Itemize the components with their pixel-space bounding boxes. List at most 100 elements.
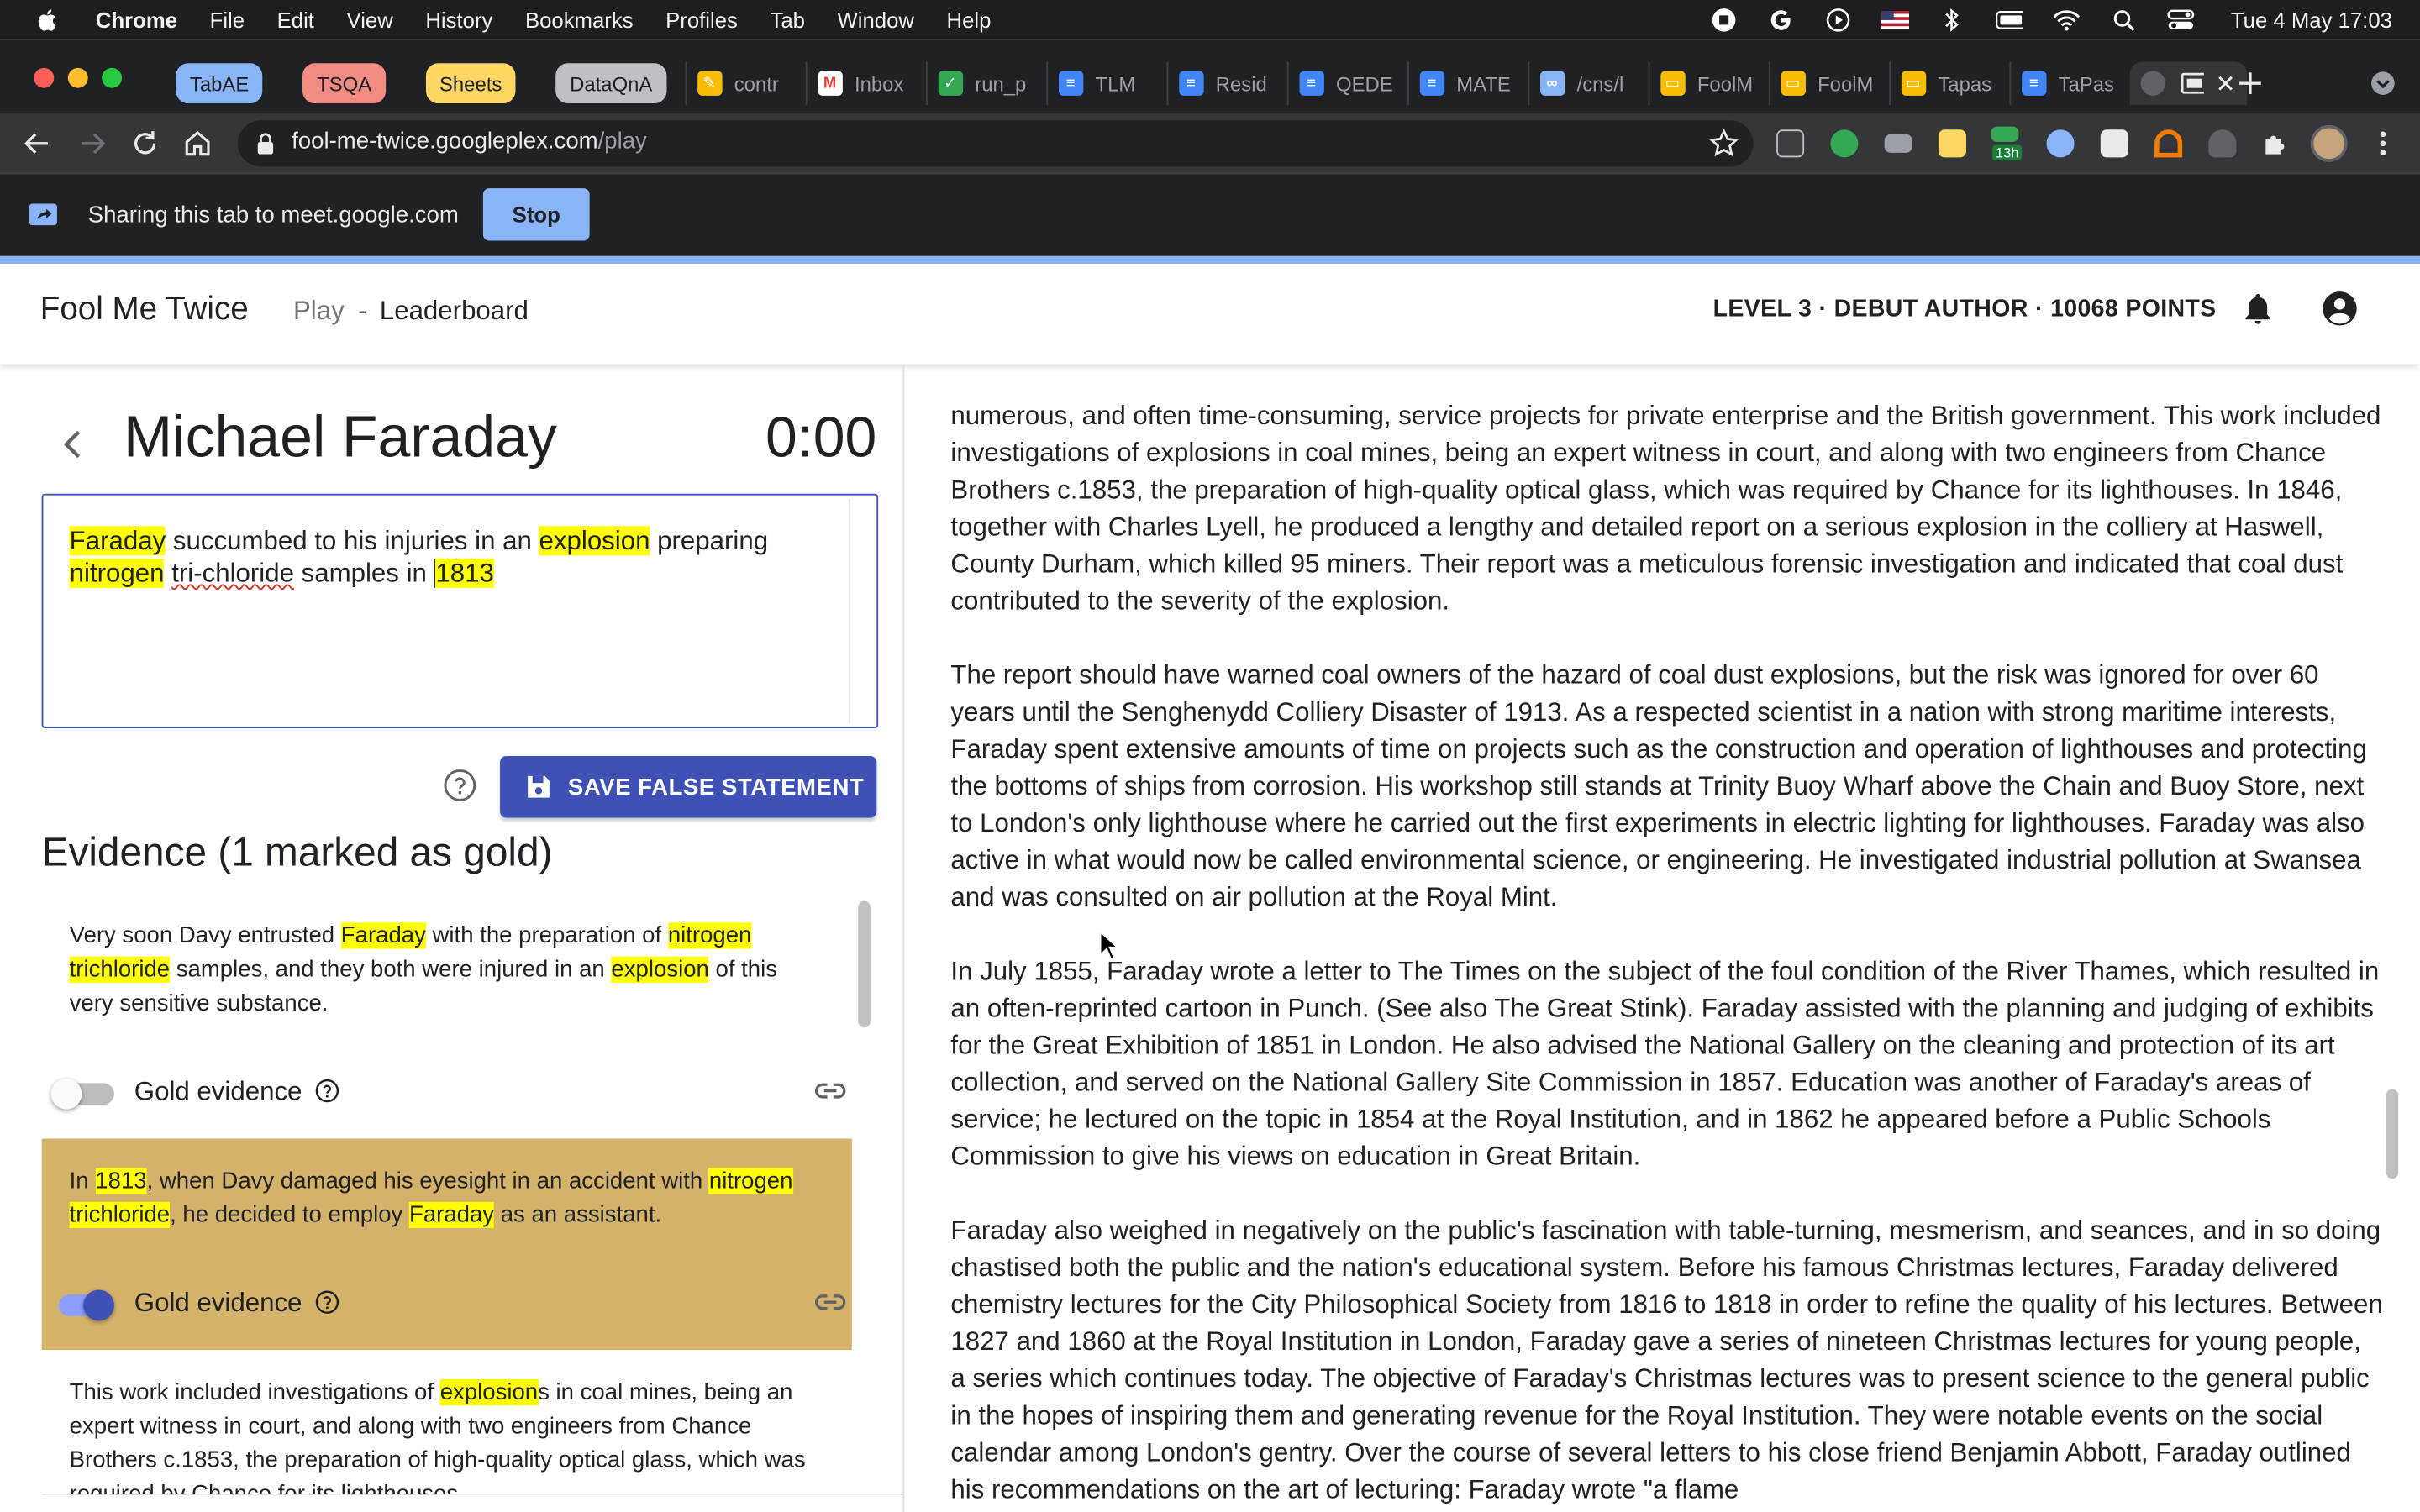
bluetooth-icon[interactable] (1939, 6, 1967, 34)
screen-share-icon (29, 203, 57, 226)
tab-mate[interactable]: ≡ MATE (1407, 61, 1528, 105)
link-icon[interactable] (813, 1291, 847, 1313)
gold-toggle-knob[interactable] (50, 1078, 82, 1110)
tab-label: MATE (1456, 71, 1511, 95)
menu-window[interactable]: Window (838, 8, 914, 32)
reload-icon[interactable] (129, 128, 160, 159)
evidence-scrollbar[interactable] (858, 900, 871, 1028)
extension-glasses-icon[interactable] (2046, 129, 2075, 158)
tab-inbox[interactable]: M Inbox (805, 61, 925, 105)
tab-active-sharing[interactable] (2129, 61, 2247, 105)
extensions-puzzle-icon[interactable] (2261, 129, 2289, 157)
menu-bookmarks[interactable]: Bookmarks (525, 8, 634, 32)
slides-icon: ▭ (1901, 71, 1926, 96)
battery-icon[interactable] (1996, 6, 2024, 34)
wikipedia-article: numerous, and often time-consuming, serv… (950, 398, 2382, 1512)
google-g-icon[interactable] (1768, 6, 1796, 34)
link-icon[interactable] (813, 1080, 847, 1102)
slides-icon: ▭ (1660, 71, 1686, 96)
highlighted-term: 1813 (95, 1168, 147, 1194)
menu-view[interactable]: View (347, 8, 393, 32)
menu-edit[interactable]: Edit (277, 8, 314, 32)
lock-icon[interactable] (256, 133, 275, 155)
profile-avatar[interactable] (2310, 124, 2348, 162)
tab-qede[interactable]: ≡ QEDE (1286, 61, 1407, 105)
slides-icon: ▭ (1781, 71, 1806, 96)
false-statement-text[interactable]: Faraday succumbed to his injuries in an … (69, 524, 841, 589)
tab-resid[interactable]: ≡ Resid (1165, 61, 1286, 105)
tab-tapas-doc[interactable]: ≡ TaPas (2008, 61, 2129, 105)
sharing-message: Sharing this tab to meet.google.com (87, 202, 459, 228)
extension-bell-icon[interactable] (2208, 129, 2237, 158)
extension-check-icon[interactable] (1830, 129, 1859, 158)
tab-label: TaPas (2058, 71, 2115, 95)
save-false-statement-button[interactable]: SAVE FALSE STATEMENT (500, 756, 877, 818)
app-brand[interactable]: Fool Me Twice (40, 291, 249, 328)
tab-group-tabae[interactable]: TabAE (176, 63, 263, 104)
tab-contr[interactable]: ✎ contr (684, 61, 805, 105)
forward-arrow-icon[interactable] (77, 128, 108, 159)
chrome-menu-icon[interactable] (2374, 129, 2392, 157)
nav-leaderboard-link[interactable]: Leaderboard (380, 297, 529, 328)
menu-file[interactable]: File (210, 8, 245, 32)
gmail-icon: M (817, 71, 843, 96)
menu-profiles[interactable]: Profiles (666, 8, 738, 32)
article-scrollbar[interactable] (2386, 1089, 2399, 1179)
menu-help[interactable]: Help (947, 8, 992, 32)
gold-toggle-knob[interactable] (83, 1289, 114, 1321)
extension-app-icon[interactable] (1776, 129, 1805, 158)
tab-group-dataqna[interactable]: DataQnA (555, 63, 666, 104)
highlighted-term: 1813 (434, 558, 494, 588)
tab-foolm-1[interactable]: ▭ FoolM (1648, 61, 1768, 105)
bookmark-star-icon[interactable] (1708, 128, 1739, 159)
url-text[interactable]: fool-me-twice.googleplex.com/play (292, 128, 647, 154)
evidence-text: This work included investigations of exp… (70, 1376, 826, 1494)
back-arrow-icon[interactable] (22, 128, 53, 159)
gold-help-icon[interactable] (315, 1290, 339, 1315)
stop-record-icon[interactable] (1711, 6, 1739, 34)
menu-chrome[interactable]: Chrome (96, 8, 177, 32)
help-icon[interactable] (443, 769, 476, 802)
wifi-icon[interactable] (2054, 6, 2081, 34)
extension-timer-icon[interactable] (1991, 126, 2019, 142)
left-panel-bottom-border (41, 1493, 903, 1495)
extension-headset-icon[interactable] (2154, 129, 2183, 158)
control-center-icon[interactable] (2168, 6, 2196, 34)
window-zoom-button[interactable] (102, 67, 123, 88)
apple-logo-icon[interactable] (34, 6, 61, 34)
menu-clock[interactable]: Tue 4 May 17:03 (2231, 8, 2392, 32)
new-tab-icon[interactable] (2238, 71, 2262, 95)
tab-tlm[interactable]: ≡ TLM (1045, 61, 1166, 105)
tab-group-sheets[interactable]: Sheets (425, 63, 516, 104)
extension-heart-icon[interactable] (2100, 129, 2128, 158)
text-segment: as an assistant. (494, 1201, 662, 1229)
gold-help-icon[interactable] (315, 1079, 339, 1103)
extension-notes-icon[interactable] (1938, 129, 1967, 158)
tab-cns[interactable]: ∞ /cns/l (1527, 61, 1648, 105)
highlighted-term: explosion (539, 526, 650, 556)
extension-laptop-icon[interactable] (1884, 134, 1912, 153)
text-segment: tri-chloride (171, 558, 294, 588)
spotlight-search-icon[interactable] (2111, 6, 2139, 34)
tab-foolm-2[interactable]: ▭ FoolM (1768, 61, 1888, 105)
close-tab-icon[interactable] (2217, 74, 2233, 92)
nav-play-link[interactable]: Play (293, 297, 345, 328)
stop-sharing-button[interactable]: Stop (482, 188, 590, 241)
tab-search-icon[interactable] (2370, 71, 2395, 95)
account-circle-icon[interactable] (2321, 290, 2358, 327)
evidence-list[interactable]: Very soon Davy entrusted Faraday with th… (41, 897, 852, 1494)
flag-icon[interactable] (1881, 6, 1910, 34)
tab-tapas[interactable]: ▭ Tapas (1888, 61, 2009, 105)
window-minimize-button[interactable] (67, 67, 88, 88)
menu-history[interactable]: History (425, 8, 492, 32)
notifications-bell-icon[interactable] (2241, 291, 2275, 325)
play-circle-icon[interactable] (1825, 6, 1853, 34)
docs-icon: ≡ (1178, 71, 1204, 96)
tab-run-p[interactable]: ✓ run_p (925, 61, 1045, 105)
cns-icon: ∞ (1539, 71, 1565, 96)
home-icon[interactable] (182, 128, 213, 159)
tab-group-tsqa[interactable]: TSQA (302, 63, 386, 104)
back-chevron-icon[interactable] (55, 426, 89, 463)
menu-tab[interactable]: Tab (770, 8, 804, 32)
window-close-button[interactable] (34, 67, 55, 88)
